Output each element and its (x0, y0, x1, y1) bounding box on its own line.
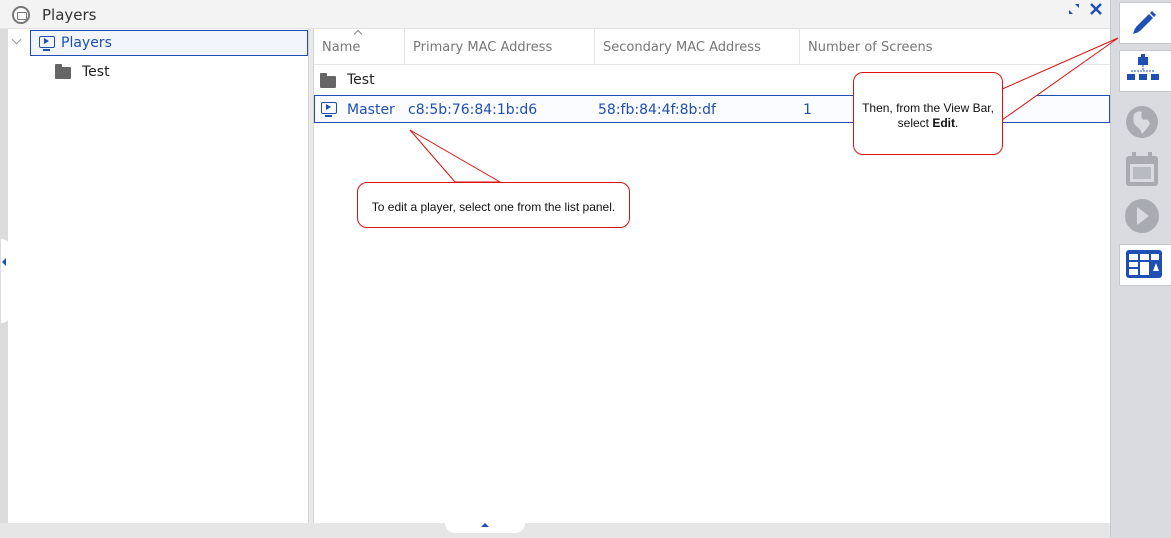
callout-text-suffix: . (955, 116, 959, 130)
tree-expand-chevron-icon[interactable] (11, 34, 22, 45)
window-titlebar: Players (0, 0, 1110, 29)
viewbar-calendar-button[interactable] (1118, 148, 1166, 190)
callout-text-prefix: select (897, 116, 933, 130)
column-header-label: Number of Screens (808, 40, 933, 55)
row-name: Test (347, 72, 375, 88)
player-icon (321, 102, 337, 117)
tree-item-players[interactable]: Players (30, 30, 308, 56)
row-number-of-screens: 1 (803, 102, 812, 118)
window-title: Players (42, 6, 97, 24)
viewbar-play-button[interactable] (1118, 196, 1166, 238)
calendar-icon (1126, 152, 1158, 186)
header-divider (314, 64, 1110, 65)
column-header-label: Primary MAC Address (413, 40, 553, 55)
column-header-name[interactable]: Name (314, 29, 405, 64)
close-icon[interactable] (1086, 1, 1106, 23)
viewbar-layout-button[interactable] (1119, 244, 1171, 286)
player-window-icon (12, 6, 30, 24)
pencil-icon (1133, 11, 1156, 34)
viewbar-hierarchy-button[interactable] (1119, 50, 1171, 92)
globe-icon (1126, 106, 1158, 138)
callout-text: To edit a player, select one from the li… (371, 200, 616, 214)
row-name: Master (347, 102, 395, 118)
callout-view-bar-edit: Then, from the View Bar, select Edit. (853, 72, 1003, 155)
folder-icon (320, 73, 336, 88)
tree-item-test[interactable]: Test (8, 59, 308, 85)
row-primary-mac: c8:5b:76:84:1b:d6 (408, 102, 538, 118)
folder-icon (55, 64, 71, 79)
sort-ascending-icon (353, 29, 363, 39)
callout-text-bold: Edit (932, 116, 955, 130)
callout-select-player: To edit a player, select one from the li… (357, 182, 630, 228)
column-header-label: Secondary MAC Address (603, 40, 761, 55)
column-header-secondary-mac[interactable]: Secondary MAC Address (595, 29, 800, 64)
viewbar-edit-button[interactable] (1119, 2, 1171, 44)
callout-text-line2: select Edit. (854, 116, 1002, 131)
bottom-collapse-arrow-icon[interactable] (481, 523, 489, 527)
restore-arrows-icon (1069, 4, 1079, 14)
view-bar (1110, 0, 1171, 538)
tree-item-label: Players (61, 35, 112, 51)
left-collapse-arrow-icon[interactable] (2, 258, 6, 266)
column-header-number-of-screens[interactable]: Number of Screens (800, 29, 1110, 64)
column-header-primary-mac[interactable]: Primary MAC Address (405, 29, 595, 64)
tree-panel: Players Test (8, 29, 308, 523)
viewbar-globe-button[interactable] (1118, 100, 1166, 142)
close-x-icon (1090, 3, 1102, 15)
bottom-panel-edge (0, 523, 1110, 538)
layout-grid-icon (1126, 250, 1162, 278)
play-icon (1125, 199, 1159, 233)
callout-text-line1: Then, from the View Bar, (862, 101, 994, 115)
column-header-label: Name (322, 40, 361, 55)
hierarchy-icon (1127, 54, 1159, 80)
tree-item-label: Test (82, 64, 110, 80)
row-secondary-mac: 58:fb:84:4f:8b:df (598, 102, 716, 118)
player-icon (39, 36, 55, 51)
left-panel-edge (0, 29, 11, 523)
restore-icon[interactable] (1064, 1, 1084, 23)
